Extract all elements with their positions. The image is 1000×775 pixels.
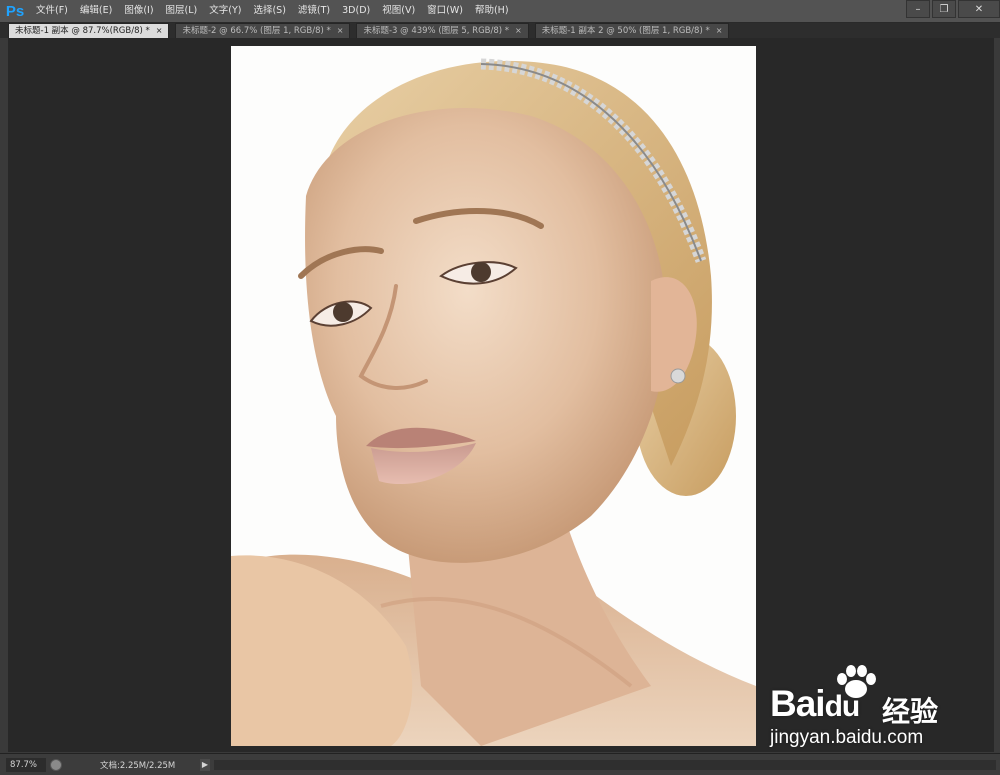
horizontal-scrollbar[interactable] (214, 759, 996, 770)
status-bar: 87.7% 文档:2.25M/2.25M ▶ (0, 753, 1000, 775)
tab-label: 未标题-1 副本 @ 87.7%(RGB/8) * (15, 26, 150, 36)
restore-button[interactable]: ❐ (932, 0, 956, 18)
menu-3d[interactable]: 3D(D) (336, 0, 376, 22)
tab-label: 未标题-3 @ 439% (图层 5, RGB/8) * (363, 26, 510, 36)
photoshop-logo-icon: Ps (5, 2, 25, 20)
tab-label: 未标题-2 @ 66.7% (图层 1, RGB/8) * (182, 26, 331, 36)
document-canvas-portrait-photo[interactable] (231, 46, 756, 746)
tab-document-2[interactable]: 未标题-2 @ 66.7% (图层 1, RGB/8) * × (175, 23, 351, 38)
menu-bar: Ps 文件(F) 编辑(E) 图像(I) 图层(L) 文字(Y) 选择(S) 滤… (0, 0, 1000, 23)
close-button[interactable]: ✕ (958, 0, 1000, 18)
portrait-illustration (231, 58, 756, 746)
canvas-workspace[interactable] (8, 38, 994, 752)
document-size-info: 文档:2.25M/2.25M (100, 760, 176, 771)
zoom-level-field[interactable]: 87.7% (6, 757, 46, 772)
menu-type[interactable]: 文字(Y) (203, 0, 247, 22)
tab-document-3[interactable]: 未标题-3 @ 439% (图层 5, RGB/8) * × (356, 23, 529, 38)
minimize-button[interactable]: – (906, 0, 930, 18)
menu-select[interactable]: 选择(S) (247, 0, 291, 22)
close-tab-icon[interactable]: × (337, 24, 344, 38)
menu-filter[interactable]: 滤镜(T) (292, 0, 336, 22)
close-tab-icon[interactable]: × (716, 24, 723, 38)
close-tab-icon[interactable]: × (515, 24, 522, 38)
document-tab-bar: 未标题-1 副本 @ 87.7%(RGB/8) * × 未标题-2 @ 66.7… (0, 23, 1000, 38)
menu-edit[interactable]: 编辑(E) (74, 0, 118, 22)
window-controls: – ❐ ✕ (904, 0, 1000, 18)
tab-document-4[interactable]: 未标题-1 副本 2 @ 50% (图层 1, RGB/8) * × (534, 23, 730, 38)
menu-image[interactable]: 图像(I) (118, 0, 159, 22)
baidu-logo-text: Baidu (770, 683, 860, 724)
baidu-jingyan-watermark: Baidu 经验 jingyan.baidu.com (770, 665, 960, 755)
close-tab-icon[interactable]: × (156, 24, 163, 38)
status-menu-arrow-icon[interactable]: ▶ (200, 758, 210, 771)
jingyan-text: 经验 (882, 695, 939, 728)
tab-document-1[interactable]: 未标题-1 副本 @ 87.7%(RGB/8) * × (8, 23, 170, 38)
status-indicator-icon[interactable] (50, 758, 62, 771)
menu-window[interactable]: 窗口(W) (421, 0, 469, 22)
tab-label: 未标题-1 副本 2 @ 50% (图层 1, RGB/8) * (541, 26, 710, 36)
watermark-url: jingyan.baidu.com (770, 727, 924, 748)
menu-file[interactable]: 文件(F) (30, 0, 74, 22)
menu-layer[interactable]: 图层(L) (160, 0, 204, 22)
menu-help[interactable]: 帮助(H) (469, 0, 515, 22)
menu-view[interactable]: 视图(V) (376, 0, 421, 22)
